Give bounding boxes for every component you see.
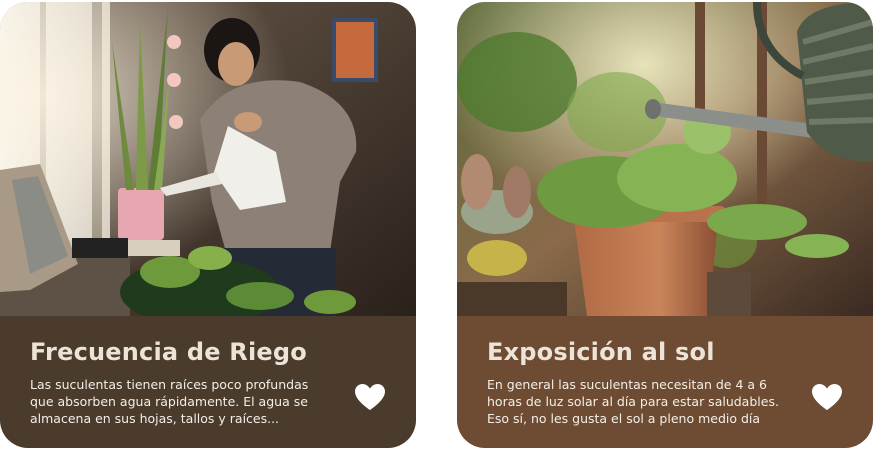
card-photo-woman-watering-plants xyxy=(0,2,416,316)
card-info-panel: Exposición al sol En general las suculen… xyxy=(457,316,873,448)
heart-icon xyxy=(355,384,385,410)
tip-card-sun-exposure[interactable]: Exposición al sol En general las suculen… xyxy=(457,2,873,448)
card-description: Las suculentas tienen raíces poco profun… xyxy=(30,377,309,426)
favorite-button[interactable] xyxy=(810,382,844,412)
card-photo-potted-plant-watering-can xyxy=(457,2,873,316)
card-title: Exposición al sol xyxy=(487,338,715,366)
card-description: En general las suculentas necesitan de 4… xyxy=(487,377,779,426)
tip-card-watering[interactable]: Frecuencia de Riego Las suculentas tiene… xyxy=(0,2,416,448)
photo-illustration xyxy=(0,2,416,316)
heart-icon xyxy=(812,384,842,410)
card-info-panel: Frecuencia de Riego Las suculentas tiene… xyxy=(0,316,416,448)
photo-illustration xyxy=(457,2,873,316)
card-title: Frecuencia de Riego xyxy=(30,338,307,366)
favorite-button[interactable] xyxy=(353,382,387,412)
